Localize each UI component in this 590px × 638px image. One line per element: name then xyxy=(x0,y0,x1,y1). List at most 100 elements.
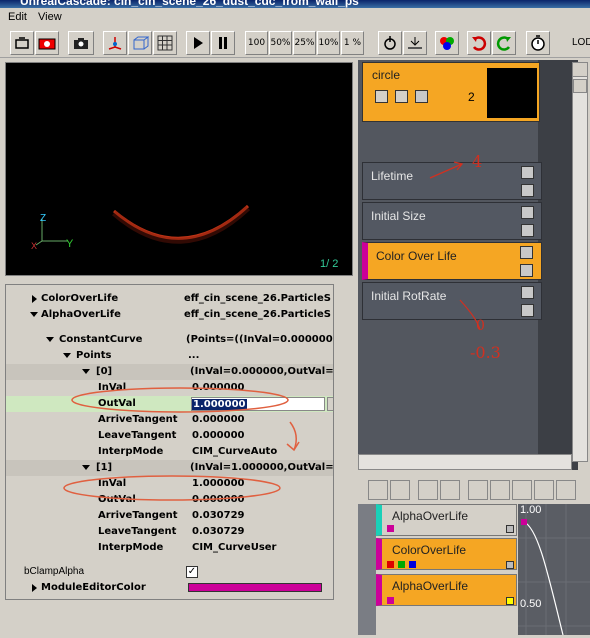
curve-module-alphaoverlife-2[interactable]: AlphaOverLife xyxy=(376,574,517,606)
prop-row-points[interactable]: Points... xyxy=(6,348,333,364)
curve-icon[interactable] xyxy=(520,246,533,259)
scroll-up-icon[interactable] xyxy=(573,63,587,77)
bclampalpha-checkbox[interactable]: ✓ xyxy=(186,566,198,578)
play-icon[interactable] xyxy=(186,31,210,55)
scroll-thumb[interactable] xyxy=(573,79,587,93)
emitter-thumbnail xyxy=(487,68,537,118)
prop-row-moduleeditorcolor[interactable]: ModuleEditorColor xyxy=(6,580,333,596)
checkbox-icon[interactable] xyxy=(521,184,534,197)
orient-axis-icon[interactable] xyxy=(103,31,127,55)
blue-channel-swatch[interactable] xyxy=(409,561,416,568)
prop-row-bclampalpha[interactable]: bClampAlpha ✓ xyxy=(6,564,333,580)
curve-module-coloroverlife[interactable]: ColorOverLife xyxy=(376,538,517,570)
prop-row-leavetangent-1[interactable]: LeaveTangent 0.030729 xyxy=(6,524,333,540)
emitter-circle[interactable]: circle 2 xyxy=(362,62,540,122)
checkbox-icon[interactable] xyxy=(375,90,388,103)
toggle-icon[interactable] xyxy=(506,597,514,605)
module-initial-size[interactable]: Initial Size xyxy=(362,202,542,240)
spin-button[interactable] xyxy=(327,397,333,411)
prop-row-leavetangent-0[interactable]: LeaveTangent 0.000000 xyxy=(6,428,333,444)
checkbox-icon[interactable] xyxy=(521,304,534,317)
axis-x-label: X xyxy=(31,241,38,251)
pan-icon[interactable] xyxy=(418,480,438,500)
prop-row-arrivetangent-1[interactable]: ArriveTangent 0.030729 xyxy=(6,508,333,524)
curve-module-alphaoverlife-1[interactable]: AlphaOverLife xyxy=(376,504,517,536)
prop-row-arrivetangent-0[interactable]: ArriveTangent 0.000000 xyxy=(6,412,333,428)
prop-row-coloroverlife[interactable]: ColorOverLife eff_cin_scene_26.ParticleS xyxy=(6,291,333,307)
tangent-break-icon[interactable] xyxy=(512,480,532,500)
annotation-neg-0-3: -0.3 xyxy=(470,343,501,362)
prop-row-inval-1[interactable]: InVal 1.000000 xyxy=(6,476,333,492)
redo-icon[interactable] xyxy=(492,31,516,55)
property-panel: ColorOverLife eff_cin_scene_26.ParticleS … xyxy=(5,284,334,600)
checkbox-icon[interactable] xyxy=(521,224,534,237)
prop-row-point-0[interactable]: [0] (InVal=0.000000,OutVal= xyxy=(6,364,333,380)
undo-icon[interactable] xyxy=(467,31,491,55)
speed-10-button[interactable]: 10% xyxy=(317,31,340,55)
emitter-name: circle xyxy=(372,68,401,82)
bounds-icon[interactable] xyxy=(128,31,152,55)
module-lifetime[interactable]: Lifetime xyxy=(362,162,542,200)
toolbar: 100 50% 25% 10% 1 % LOD xyxy=(0,28,590,58)
channel-swatch[interactable] xyxy=(387,597,394,604)
speed-100-button[interactable]: 100 xyxy=(245,31,268,55)
dice-icon[interactable] xyxy=(395,90,408,103)
prop-row-constantcurve[interactable]: ConstantCurve (Points=((InVal=0.000000 xyxy=(6,332,333,348)
axis-y-label: Y xyxy=(66,238,74,250)
toggle-icon[interactable] xyxy=(506,561,514,569)
preview-viewport[interactable]: Z Y X 1/ 2 xyxy=(5,62,353,276)
linear-icon[interactable] xyxy=(534,480,554,500)
curve-plot xyxy=(518,504,590,636)
loop-icon[interactable] xyxy=(378,31,402,55)
grid-icon[interactable] xyxy=(153,31,177,55)
curve-toolbar xyxy=(368,480,584,502)
prop-row-inval-0[interactable]: InVal 0.000000 xyxy=(6,380,333,396)
save-thumbnail-icon[interactable] xyxy=(68,31,94,55)
annotation-4: 4 xyxy=(472,152,483,171)
prop-row-interpmode-0[interactable]: InterpMode CIM_CurveAuto xyxy=(6,444,333,460)
stopwatch-icon[interactable] xyxy=(526,31,550,55)
zoom-icon[interactable] xyxy=(440,480,460,500)
pause-icon[interactable] xyxy=(211,31,235,55)
emitter-vertical-scrollbar[interactable] xyxy=(572,62,588,462)
toggle-icon[interactable] xyxy=(506,525,514,533)
curve-icon[interactable] xyxy=(521,206,534,219)
y-label-top: 1.00 xyxy=(520,504,542,516)
color-swatch[interactable] xyxy=(188,583,322,592)
tangent-auto-icon[interactable] xyxy=(468,480,488,500)
background-color-icon[interactable] xyxy=(435,31,459,55)
window-title: UnrealCascade: cin_cin_scene_26_dust_cdc… xyxy=(20,0,359,8)
emitter-horizontal-scrollbar[interactable] xyxy=(358,454,572,470)
title-bar: UnrealCascade: cin_cin_scene_26_dust_cdc… xyxy=(0,0,590,8)
fit-vertical-icon[interactable] xyxy=(390,480,410,500)
constant-icon[interactable] xyxy=(556,480,576,500)
checkbox-icon[interactable] xyxy=(520,264,533,277)
module-initial-rotrate[interactable]: Initial RotRate xyxy=(362,282,542,320)
prop-row-outval-0[interactable]: OutVal 1.000000 xyxy=(6,396,333,412)
menu-edit[interactable]: Edit xyxy=(8,11,27,23)
curve-icon[interactable] xyxy=(521,166,534,179)
restart-level-icon[interactable] xyxy=(35,31,59,55)
prop-row-outval-1[interactable]: OutVal 0.000000 xyxy=(6,492,333,508)
curve-icon[interactable] xyxy=(415,90,428,103)
green-channel-swatch[interactable] xyxy=(398,561,405,568)
module-color-over-life[interactable]: Color Over Life xyxy=(362,242,542,280)
curve-graph[interactable]: 1.00 0.50 xyxy=(518,504,590,636)
fit-horizontal-icon[interactable] xyxy=(368,480,388,500)
tangent-user-icon[interactable] xyxy=(490,480,510,500)
outval-input[interactable]: 1.000000 xyxy=(191,397,325,411)
menu-view[interactable]: View xyxy=(38,11,62,23)
speed-50-button[interactable]: 50% xyxy=(269,31,292,55)
speed-25-button[interactable]: 25% xyxy=(293,31,316,55)
y-label-mid: 0.50 xyxy=(520,598,542,610)
prop-row-point-1[interactable]: [1] (InVal=1.000000,OutVal= xyxy=(6,460,333,476)
channel-swatch[interactable] xyxy=(387,525,394,532)
prop-row-interpmode-1[interactable]: InterpMode CIM_CurveUser xyxy=(6,540,333,556)
red-channel-swatch[interactable] xyxy=(387,561,394,568)
curve-icon[interactable] xyxy=(521,286,534,299)
emitter-count: 2 xyxy=(468,90,475,104)
speed-1-button[interactable]: 1 % xyxy=(341,31,364,55)
floor-icon[interactable] xyxy=(403,31,427,55)
restart-icon[interactable] xyxy=(10,31,34,55)
prop-row-alphaoverlife[interactable]: AlphaOverLife eff_cin_scene_26.ParticleS xyxy=(6,307,333,323)
